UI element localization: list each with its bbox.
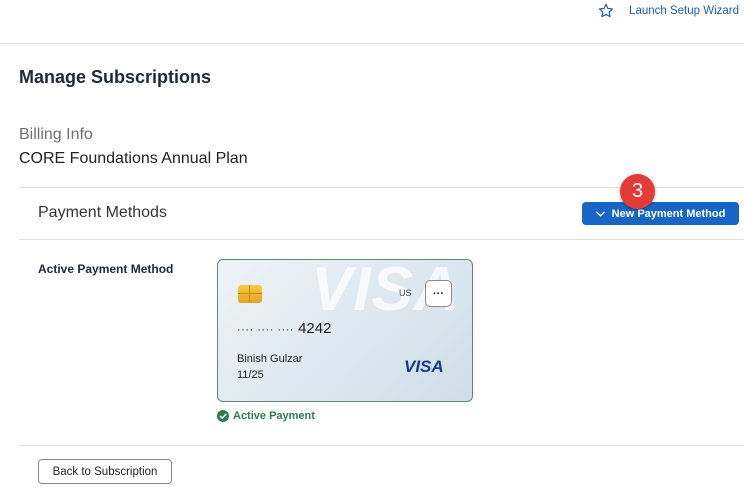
step-badge: 3	[620, 174, 655, 209]
new-payment-method-button[interactable]: New Payment Method	[582, 202, 739, 225]
billing-info-label: Billing Info	[19, 126, 93, 143]
launch-setup-wizard-link[interactable]: Launch Setup Wizard	[597, 2, 739, 20]
top-bar: Launch Setup Wizard	[0, 0, 744, 44]
payment-card: VISA US ··· ···· ···· ···· 4242 Binish Gu…	[217, 259, 473, 402]
card-number-mask: ···· ···· ····	[237, 324, 295, 336]
card-number: ···· ···· ···· 4242	[237, 320, 331, 337]
active-payment-text: Active Payment	[233, 410, 315, 422]
active-payment-method-label: Active Payment Method	[38, 262, 174, 276]
star-icon	[598, 3, 614, 18]
payment-methods-title: Payment Methods	[38, 204, 167, 221]
card-holder-name: Binish Gulzar	[237, 353, 303, 365]
card-more-options-button[interactable]: ···	[425, 280, 452, 307]
new-payment-method-label: New Payment Method	[611, 207, 726, 220]
divider	[19, 445, 744, 446]
active-payment-status: Active Payment	[217, 410, 315, 422]
page-title: Manage Subscriptions	[19, 67, 212, 87]
check-circle-icon	[217, 410, 229, 422]
back-to-subscription-button[interactable]: Back to Subscription	[38, 459, 172, 484]
chevron-down-icon	[595, 211, 605, 216]
visa-logo: VISA	[404, 357, 444, 376]
card-expiry: 11/25	[237, 369, 264, 381]
card-last4: 4242	[298, 320, 332, 337]
divider	[19, 239, 744, 240]
card-chip-icon	[238, 285, 262, 303]
card-country: US	[399, 288, 412, 298]
plan-name: CORE Foundations Annual Plan	[19, 150, 248, 167]
launch-setup-wizard-label: Launch Setup Wizard	[629, 5, 739, 17]
